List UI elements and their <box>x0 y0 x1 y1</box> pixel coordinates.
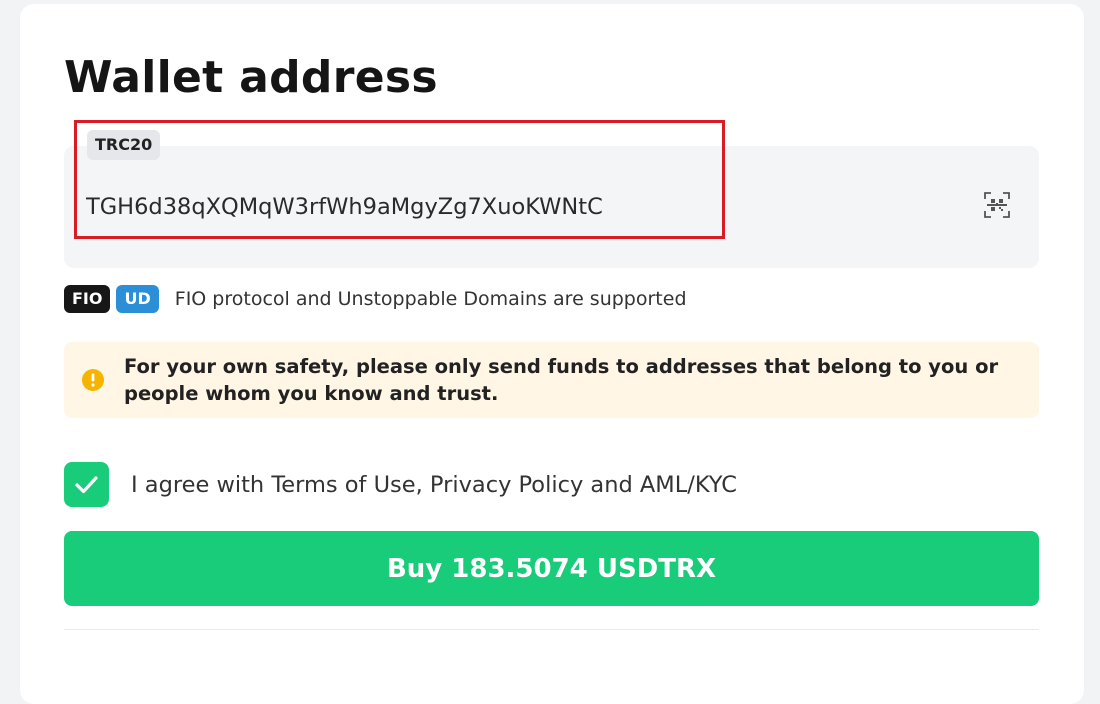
fio-tag: FIO <box>64 285 111 313</box>
wallet-address-input[interactable] <box>80 186 726 228</box>
agree-text[interactable]: I agree with Terms of Use, Privacy Polic… <box>131 469 737 501</box>
naming-services-text: FIO protocol and Unstoppable Domains are… <box>174 288 687 310</box>
naming-services-row: FIO UD FIO protocol and Unstoppable Doma… <box>64 284 687 314</box>
ud-tag: UD <box>116 285 159 313</box>
warning-text: For your own safety, please only send fu… <box>124 355 999 405</box>
qr-scan-icon <box>984 192 1010 218</box>
divider <box>64 629 1039 630</box>
warning-icon <box>82 369 104 391</box>
agree-checkbox[interactable] <box>64 462 109 507</box>
network-badge: TRC20 <box>87 130 161 160</box>
safety-warning: For your own safety, please only send fu… <box>64 342 1039 418</box>
buy-button[interactable]: Buy 183.5074 USDTRX <box>64 531 1039 606</box>
qr-scan-button[interactable] <box>982 190 1012 220</box>
page-title: Wallet address <box>64 52 438 103</box>
checkmark-icon <box>75 476 98 494</box>
